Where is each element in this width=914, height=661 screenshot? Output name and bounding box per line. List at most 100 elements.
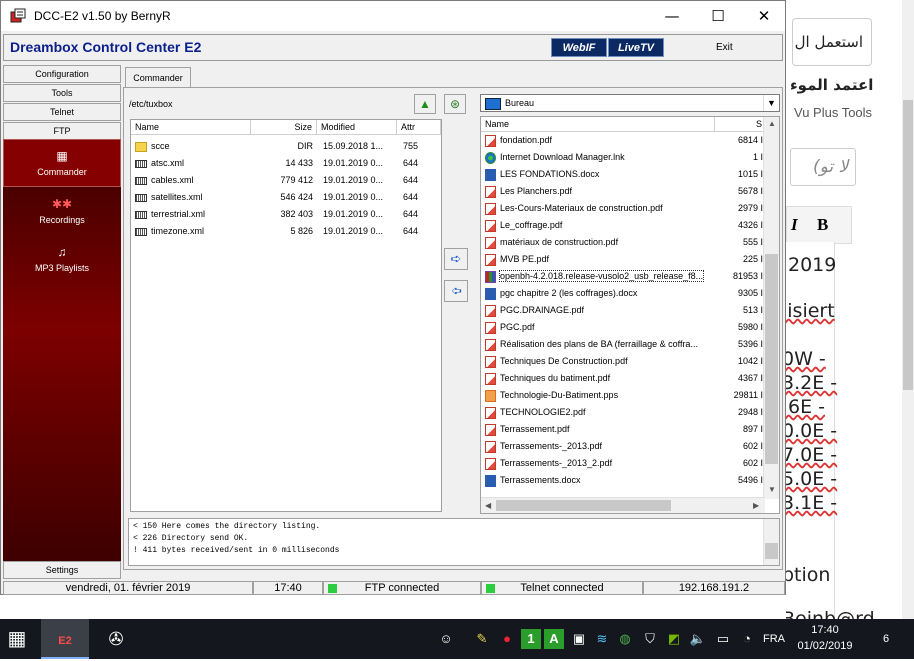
left-file-row[interactable]: cables.xml 779 412 19.01.2019 0... 644 — [131, 172, 441, 189]
scroll-up-arrow[interactable]: ▲ — [768, 119, 776, 128]
tab-commander[interactable]: Commander — [125, 67, 191, 88]
right-file-row[interactable]: LES FONDATIONS.docx 1015 I — [481, 166, 765, 183]
italic-button[interactable]: I — [791, 215, 798, 235]
nav-ftp[interactable]: FTP — [3, 122, 121, 140]
col-modified[interactable]: Modified — [317, 120, 397, 134]
dropbox-icon[interactable]: ▣ — [569, 629, 589, 649]
maximize-button[interactable]: ☐ — [695, 1, 741, 31]
right-file-row[interactable]: Terrassement.pdf 897 I — [481, 421, 765, 438]
scroll-thumb[interactable] — [496, 500, 671, 511]
right-file-row[interactable]: matériaux de construction.pdf 555 I — [481, 234, 765, 251]
right-file-row[interactable]: Terrassements-_2013_2.pdf 602 I — [481, 455, 765, 472]
right-vertical-scrollbar[interactable]: ▲ ▼ — [763, 117, 779, 499]
right-file-row[interactable]: TECHNOLOGIE2.pdf 2948 I — [481, 404, 765, 421]
right-file-row[interactable]: Le_coffrage.pdf 4326 I — [481, 217, 765, 234]
bg-category-link[interactable]: Vu Plus Tools — [794, 105, 872, 120]
exit-button[interactable]: Exit — [716, 42, 733, 53]
nav-commander[interactable]: ▦ Commander — [3, 139, 121, 187]
bold-button[interactable]: B — [817, 215, 828, 235]
scroll-down-arrow[interactable]: ▼ — [768, 485, 776, 494]
right-file-row[interactable]: Les Planchers.pdf 5678 I — [481, 183, 765, 200]
left-file-row[interactable]: atsc.xml 14 433 19.01.2019 0... 644 — [131, 155, 441, 172]
right-file-row[interactable]: Réalisation des plans de BA (ferraillage… — [481, 336, 765, 353]
dcc-taskbar-icon[interactable]: E2 — [41, 619, 89, 659]
right-file-row[interactable]: Les-Cours-Materiaux de construction.pdf 2… — [481, 200, 765, 217]
left-nav: Configuration Tools Telnet FTP ▦ Command… — [3, 63, 121, 580]
col-size[interactable]: Size — [251, 120, 317, 134]
left-file-row[interactable]: terrestrial.xml 382 403 19.01.2019 0... 644 — [131, 206, 441, 223]
right-file-row[interactable]: pgc chapitre 2 (les coffrages).docx 9305 … — [481, 285, 765, 302]
bg-line: 3.1E - — [786, 492, 838, 514]
nav-telnet[interactable]: Telnet — [3, 103, 121, 121]
network-tool-icon[interactable]: ✎ — [472, 629, 492, 649]
col-attr[interactable]: Attr — [397, 120, 441, 134]
refresh-button[interactable]: ⊛ — [444, 94, 466, 114]
antivirus-icon[interactable]: ● — [497, 629, 517, 649]
col-size[interactable]: S — [715, 117, 765, 131]
bg-editor[interactable]: 2019 lisiert 0W - 3.2E - .6E - 0.0E - 7.… — [786, 242, 875, 619]
volume-icon[interactable]: 🔈 — [688, 629, 708, 649]
taskbar-clock[interactable]: 17:40 01/02/2019 — [790, 622, 860, 654]
file-attr: 755 — [403, 141, 419, 151]
network-icon[interactable]: ◔ — [737, 629, 757, 649]
right-file-row[interactable]: Terrassements.docx 5496 I — [481, 472, 765, 489]
nav-mp3-playlists[interactable]: ♫ MP3 Playlists — [3, 245, 121, 285]
wifi-share-icon[interactable]: ≋ — [592, 629, 612, 649]
right-file-row[interactable]: Internet Download Manager.lnk 1 I — [481, 149, 765, 166]
right-file-row[interactable]: openbh-4.2.018.release-vusolo2_usb_relea… — [481, 268, 765, 285]
calculator-taskbar-icon[interactable]: ▦ — [0, 619, 34, 659]
left-file-row[interactable]: timezone.xml 5 826 19.01.2019 0... 644 — [131, 223, 441, 240]
app-1-icon[interactable]: 1 — [521, 629, 541, 649]
shield-icon[interactable]: ⛉ — [640, 629, 660, 649]
right-file-row[interactable]: MVB PE.pdf 225 I — [481, 251, 765, 268]
left-file-row[interactable]: scce DIR 15.09.2018 1... 755 — [131, 138, 441, 155]
nav-tools[interactable]: Tools — [3, 84, 121, 102]
scroll-thumb[interactable] — [765, 543, 778, 559]
background-browser-page: استعمل ال اعتمد الموء Vu Plus Tools (لا … — [786, 0, 914, 619]
language-indicator[interactable]: FRA — [760, 629, 788, 649]
bg-scroll-thumb[interactable] — [903, 100, 913, 390]
right-file-row[interactable]: Terrassements-_2013.pdf 602 I — [481, 438, 765, 455]
local-location-dropdown[interactable]: Bureau ▼ — [480, 94, 780, 112]
local-file-list[interactable]: Name S fondation.pdf 6814 I Internet Downl… — [480, 116, 780, 514]
left-file-row[interactable]: satellites.xml 546 424 19.01.2019 0... 644 — [131, 189, 441, 206]
notifications-button[interactable]: 6 — [876, 629, 896, 649]
col-name[interactable]: Name — [131, 120, 251, 134]
chevron-down-icon[interactable]: ▼ — [763, 95, 779, 111]
right-horizontal-scrollbar[interactable]: ◀ ▶ — [481, 497, 765, 513]
right-file-row[interactable]: PGC.pdf 5980 I — [481, 319, 765, 336]
file-size: 5 826 — [290, 226, 313, 236]
col-name[interactable]: Name — [481, 117, 715, 131]
bg-scrollbar[interactable] — [902, 0, 914, 619]
log-scrollbar[interactable] — [763, 519, 779, 565]
ftp-log[interactable]: < 150 Here comes the directory listing. … — [128, 518, 780, 566]
copy-to-remote-button[interactable]: ➪ — [444, 280, 468, 302]
usb-icon[interactable]: ▭ — [713, 629, 733, 649]
right-file-row[interactable]: Techniques du batiment.pdf 4367 I — [481, 370, 765, 387]
scroll-right-arrow[interactable]: ▶ — [753, 501, 759, 510]
up-directory-button[interactable]: ▲ — [414, 94, 436, 114]
bg-input[interactable]: (لا تو — [790, 148, 856, 186]
close-button[interactable]: ✕ — [741, 1, 787, 31]
right-file-row[interactable]: PGC.DRAINAGE.pdf 513 I — [481, 302, 765, 319]
minimize-button[interactable]: — — [649, 1, 695, 31]
nav-configuration[interactable]: Configuration — [3, 65, 121, 83]
right-file-row[interactable]: Techniques De Construction.pdf 1042 I — [481, 353, 765, 370]
globe-icon[interactable]: ◍ — [615, 629, 635, 649]
title-bar[interactable]: DCC-E2 v1.50 by BernyR — ☐ ✕ — [1, 1, 785, 31]
copy-to-local-button[interactable]: ➪ — [444, 248, 468, 270]
scroll-left-arrow[interactable]: ◀ — [485, 501, 491, 510]
bg-text-box[interactable]: استعمل ال — [792, 18, 872, 66]
nav-settings[interactable]: Settings — [3, 561, 121, 579]
nav-recordings[interactable]: ✱✱ Recordings — [3, 197, 121, 237]
livetv-logo[interactable]: LiveTV — [608, 38, 664, 57]
right-file-row[interactable]: fondation.pdf 6814 I — [481, 132, 765, 149]
scroll-thumb[interactable] — [765, 254, 778, 464]
nvidia-icon[interactable]: ◩ — [664, 629, 684, 649]
webif-logo[interactable]: WebIF — [551, 38, 607, 57]
remote-file-list[interactable]: Name Size Modified Attr scce DIR 15.09.201… — [130, 119, 442, 512]
right-file-row[interactable]: Technologie-Du-Batiment.pps 29811 I — [481, 387, 765, 404]
app-a-icon[interactable]: A — [544, 629, 564, 649]
people-icon[interactable]: ☺ — [436, 629, 456, 649]
satellite-taskbar-icon[interactable]: ✇ — [98, 619, 134, 659]
